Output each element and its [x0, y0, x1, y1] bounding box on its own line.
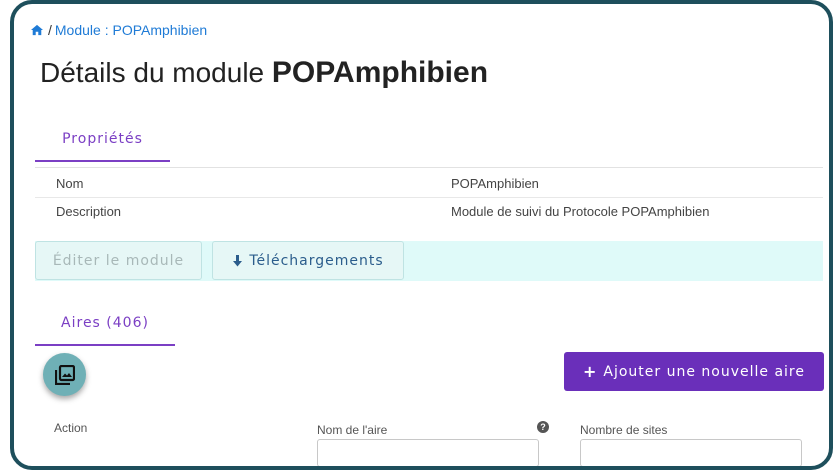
- areas-tabbar: Aires (406): [35, 302, 175, 348]
- tab-properties[interactable]: Propriétés: [35, 118, 170, 162]
- property-label: Nom: [56, 176, 84, 191]
- property-value: Module de suivi du Protocole POPAmphibie…: [451, 204, 710, 219]
- home-icon[interactable]: [30, 24, 44, 36]
- arrow-down-icon: [232, 254, 243, 267]
- property-label: Description: [56, 204, 122, 219]
- column-header-area-name[interactable]: Nom de l'aire: [317, 423, 387, 437]
- properties-table: Nom POPAmphibien Description Module de s…: [35, 170, 823, 226]
- column-header-action: Action: [54, 421, 88, 435]
- downloads-label: Téléchargements: [249, 252, 384, 269]
- page-title: Détails du module POPAmphibien: [40, 56, 488, 90]
- module-name: POPAmphibien: [271, 56, 489, 89]
- tab-areas[interactable]: Aires (406): [35, 302, 175, 346]
- site-count-filter-input[interactable]: [580, 439, 802, 466]
- window-frame: / Module : POPAmphibien Détails du modul…: [10, 0, 833, 470]
- action-bar: Éditer le module Téléchargements: [35, 241, 823, 281]
- area-name-filter-input[interactable]: [317, 439, 539, 466]
- plus-icon: +: [582, 362, 598, 381]
- property-value: POPAmphibien: [451, 176, 539, 191]
- property-row-description: Description Module de suivi du Protocole…: [35, 198, 823, 226]
- breadcrumb-separator: /: [48, 22, 52, 38]
- page-title-prefix: Détails du module: [40, 57, 272, 88]
- property-row-name: Nom POPAmphibien: [35, 170, 823, 198]
- breadcrumb: / Module : POPAmphibien: [30, 22, 207, 38]
- edit-module-button[interactable]: Éditer le module: [35, 241, 202, 280]
- gallery-toggle-button[interactable]: [43, 353, 86, 396]
- add-area-label: Ajouter une nouvelle aire: [603, 363, 805, 380]
- image-layers-icon: [54, 364, 75, 385]
- properties-tabbar: Propriétés: [35, 118, 823, 168]
- downloads-button[interactable]: Téléchargements: [212, 241, 404, 280]
- add-area-button[interactable]: + Ajouter une nouvelle aire: [564, 352, 824, 391]
- breadcrumb-current[interactable]: Module : POPAmphibien: [55, 22, 207, 38]
- help-icon[interactable]: ?: [537, 421, 549, 433]
- column-header-site-count[interactable]: Nombre de sites: [580, 423, 667, 437]
